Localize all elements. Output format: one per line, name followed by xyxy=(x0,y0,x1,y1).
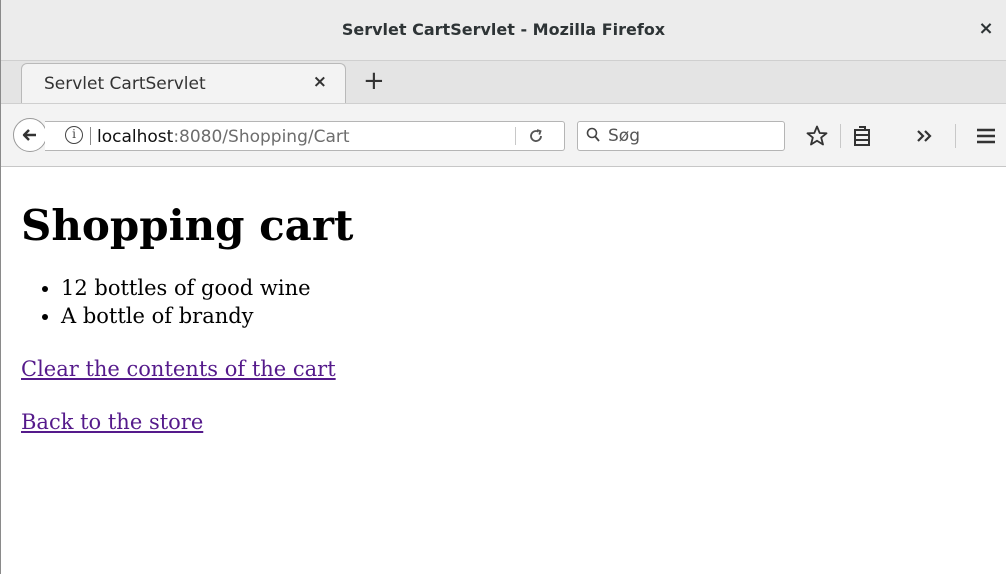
window-title: Servlet CartServlet - Mozilla Firefox xyxy=(341,20,666,39)
list-item: 12 bottles of good wine xyxy=(61,274,1006,302)
back-button[interactable] xyxy=(13,118,47,152)
search-bar[interactable] xyxy=(577,121,785,151)
back-to-store-link[interactable]: Back to the store xyxy=(21,408,1006,436)
url-text[interactable]: localhost:8080/Shopping/Cart xyxy=(97,127,350,147)
tab-close-button[interactable]: × xyxy=(313,72,327,92)
url-path: :8080/Shopping/Cart xyxy=(173,127,350,147)
navigation-toolbar: i localhost:8080/Shopping/Cart xyxy=(1,104,1006,167)
title-bar: Servlet CartServlet - Mozilla Firefox × xyxy=(1,0,1006,61)
new-tab-button[interactable]: + xyxy=(363,65,385,97)
tab-label: Servlet CartServlet xyxy=(44,74,206,94)
search-input[interactable] xyxy=(608,125,778,147)
browser-window: Servlet CartServlet - Mozilla Firefox × … xyxy=(0,0,1006,574)
url-bar[interactable]: i localhost:8080/Shopping/Cart xyxy=(45,121,565,151)
url-host: localhost xyxy=(97,127,174,147)
tab-strip: Servlet CartServlet × + xyxy=(1,61,1006,104)
library-button[interactable] xyxy=(851,124,873,154)
clear-cart-link[interactable]: Clear the contents of the cart xyxy=(21,355,1006,383)
url-divider xyxy=(90,127,91,145)
menu-button[interactable] xyxy=(975,124,997,154)
toolbar-divider xyxy=(840,124,841,148)
star-icon xyxy=(806,125,828,146)
bookmark-button[interactable] xyxy=(805,124,829,154)
list-item: A bottle of brandy xyxy=(61,302,1006,330)
window-close-button[interactable]: × xyxy=(974,17,998,41)
chevron-double-right-icon xyxy=(917,130,932,142)
url-divider-right xyxy=(515,127,516,145)
search-icon xyxy=(586,127,600,142)
info-icon[interactable]: i xyxy=(65,126,83,144)
toolbar-divider-right xyxy=(955,124,956,148)
hamburger-menu-icon xyxy=(977,128,995,144)
reload-button[interactable] xyxy=(528,126,544,148)
cart-items-list: 12 bottles of good wine A bottle of bran… xyxy=(21,274,1006,330)
overflow-button[interactable] xyxy=(915,124,935,154)
library-icon xyxy=(854,126,870,146)
back-arrow-icon xyxy=(22,129,36,141)
page-content: Shopping cart 12 bottles of good wine A … xyxy=(21,167,1006,574)
page-title: Shopping cart xyxy=(21,201,354,250)
tab-servlet-cartservlet[interactable]: Servlet CartServlet × xyxy=(21,63,346,103)
reload-icon xyxy=(530,129,542,142)
